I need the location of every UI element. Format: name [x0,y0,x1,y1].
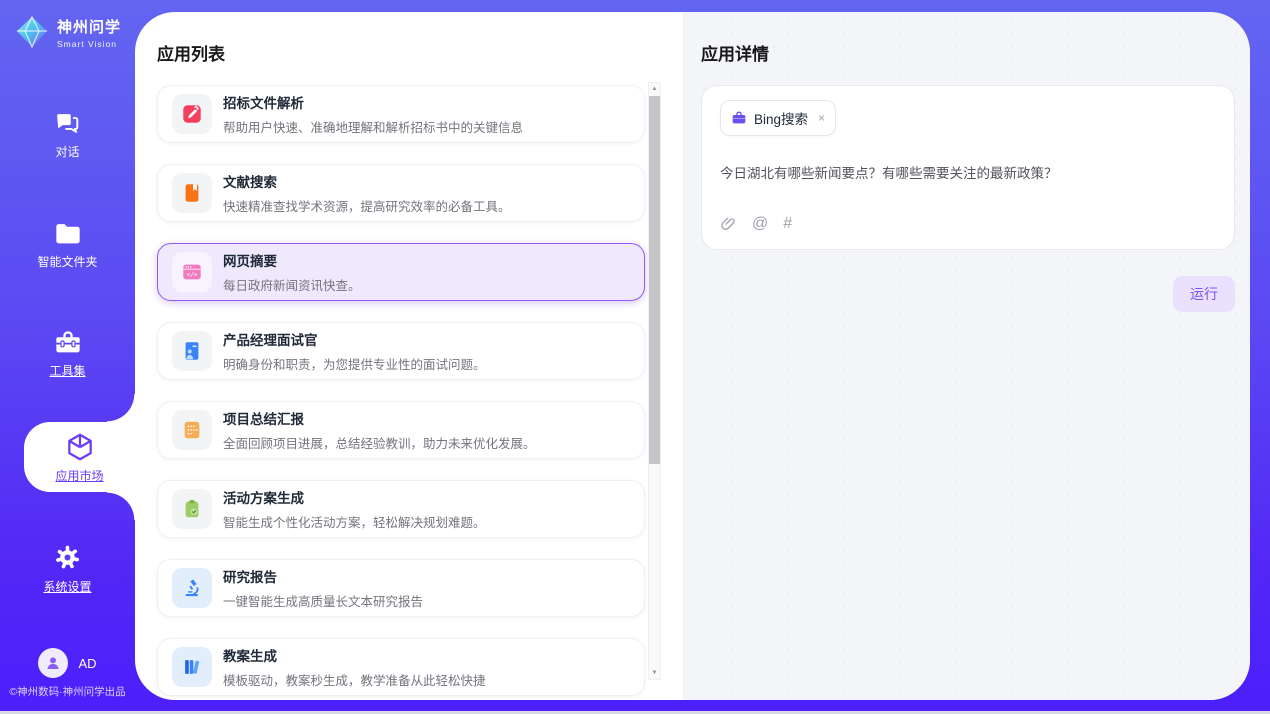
input-toolbar: @ # [720,215,792,233]
app-title: 项目总结汇报 [223,408,536,428]
app-title: 研究报告 [223,566,423,586]
app-description: 快速精准查找学术资源，提高研究效率的必备工具。 [223,196,511,215]
webpage-code-icon: </> [172,252,212,292]
microscope-icon [172,568,212,608]
toolbox-icon [54,330,82,355]
books-icon [172,647,212,687]
app-card-literature-search[interactable]: 文献搜索 快速精准查找学术资源，提高研究效率的必备工具。 [157,164,645,222]
user-account[interactable]: AD [0,648,135,678]
hashtag-icon[interactable]: # [783,215,792,233]
app-card-project-summary[interactable]: 项目总结汇报 全面回顾项目进展，总结经验教训，助力未来优化发展。 [157,401,645,459]
app-card-bid-document-parse[interactable]: 招标文件解析 帮助用户快速、准确地理解和解析招标书中的关键信息 [157,85,645,143]
scroll-up-icon[interactable]: ▲ [649,83,660,95]
scrollbar-thumb[interactable] [649,96,660,464]
app-title: 文献搜索 [223,171,511,191]
clipboard-check-icon [172,489,212,529]
app-card-event-plan[interactable]: 活动方案生成 智能生成个性化活动方案，轻松解决规划难题。 [157,480,645,538]
app-list-title: 应用列表 [157,40,683,65]
app-description: 帮助用户快速、准确地理解和解析招标书中的关键信息 [223,117,523,136]
app-title: 招标文件解析 [223,92,523,112]
sidebar-item-toolset[interactable]: 工具集 [0,330,135,379]
paperclip-icon[interactable] [720,216,737,233]
avatar [38,648,68,678]
gear-icon [54,544,81,571]
sidebar-item-label: 应用市场 [55,467,103,484]
mention-icon[interactable]: @ [752,215,768,233]
brand-name: 神州问学 [57,16,121,37]
app-description: 明确身份和职责，为您提供专业性的面试问题。 [223,354,486,373]
sidebar-item-chat[interactable]: 对话 [0,112,135,160]
cube-icon [64,431,96,463]
sidebar-item-label: 智能文件夹 [0,253,135,270]
sidebar-item-label: 工具集 [0,362,135,379]
app-description: 每日政府新闻资讯快查。 [223,275,361,294]
svg-text:</>: </> [187,272,198,279]
app-detail-panel: 应用详情 Bing搜索 × 今日湖北有哪些新闻要点？有哪些需要关注的最新政策？ … [683,12,1250,700]
run-button[interactable]: 运行 [1173,276,1235,312]
sidebar-item-settings[interactable]: 系统设置 [0,544,135,595]
diamond-logo-icon [14,14,50,50]
app-title: 网页摘要 [223,250,361,270]
tab-curve-bottom [107,492,135,520]
sidebar-item-app-market[interactable]: 应用市场 [24,422,135,492]
edit-document-icon [172,94,212,134]
sidebar-item-label: 系统设置 [0,578,135,595]
brand-logo: 神州问学 Smart Vision [0,14,135,50]
note-icon [172,410,212,450]
app-list-panel: 应用列表 招标文件解析 帮助用户快速、准确地理解和解析招标书中的关键信息 [135,12,683,700]
app-title: 产品经理面试官 [223,329,486,349]
app-description: 全面回顾项目进展，总结经验教训，助力未来优化发展。 [223,433,536,452]
app-card-research-report[interactable]: 研究报告 一键智能生成高质量长文本研究报告 [157,559,645,617]
app-description: 智能生成个性化活动方案，轻松解决规划难题。 [223,512,486,531]
book-icon [172,173,212,213]
main-content: 应用列表 招标文件解析 帮助用户快速、准确地理解和解析招标书中的关键信息 [135,12,1250,700]
app-description: 模板驱动，教案秒生成，教学准备从此轻松快捷 [223,670,486,689]
chat-icon [54,112,81,136]
query-editor-card[interactable]: Bing搜索 × 今日湖北有哪些新闻要点？有哪些需要关注的最新政策？ @ # [701,85,1235,250]
app-description: 一键智能生成高质量长文本研究报告 [223,591,423,610]
app-list-scrollbar[interactable]: ▲ ▼ [648,82,661,680]
app-title: 活动方案生成 [223,487,486,507]
app-cards: 招标文件解析 帮助用户快速、准确地理解和解析招标书中的关键信息 文献搜索 快速精… [157,85,645,696]
close-icon[interactable]: × [818,111,825,125]
briefcase-icon [731,110,747,126]
sidebar-item-label: 对话 [0,143,135,160]
run-row: 运行 [701,276,1235,312]
tool-tag-label: Bing搜索 [754,108,808,128]
interview-document-icon [172,331,212,371]
app-card-pm-interviewer[interactable]: 产品经理面试官 明确身份和职责，为您提供专业性的面试问题。 [157,322,645,380]
app-card-webpage-summary[interactable]: </> 网页摘要 每日政府新闻资讯快查。 [157,243,645,301]
tab-curve-top [107,394,135,422]
brand-subtitle: Smart Vision [57,39,121,49]
query-text[interactable]: 今日湖北有哪些新闻要点？有哪些需要关注的最新政策？ [720,162,1216,182]
app-title: 教案生成 [223,645,486,665]
user-name: AD [78,656,96,671]
folder-icon [54,222,82,246]
tool-tag-bing-search[interactable]: Bing搜索 × [720,100,836,136]
sidebar-item-smart-folder[interactable]: 智能文件夹 [0,222,135,270]
copyright-text: ©神州数码·神州问学出品 [0,684,135,699]
app-detail-title: 应用详情 [701,40,1235,65]
scroll-down-icon[interactable]: ▼ [649,667,660,679]
person-icon [44,654,62,672]
sidebar: 神州问学 Smart Vision 对话 智能文件夹 工具集 [0,0,135,714]
app-card-lesson-plan[interactable]: 教案生成 模板驱动，教案秒生成，教学准备从此轻松快捷 [157,638,645,696]
